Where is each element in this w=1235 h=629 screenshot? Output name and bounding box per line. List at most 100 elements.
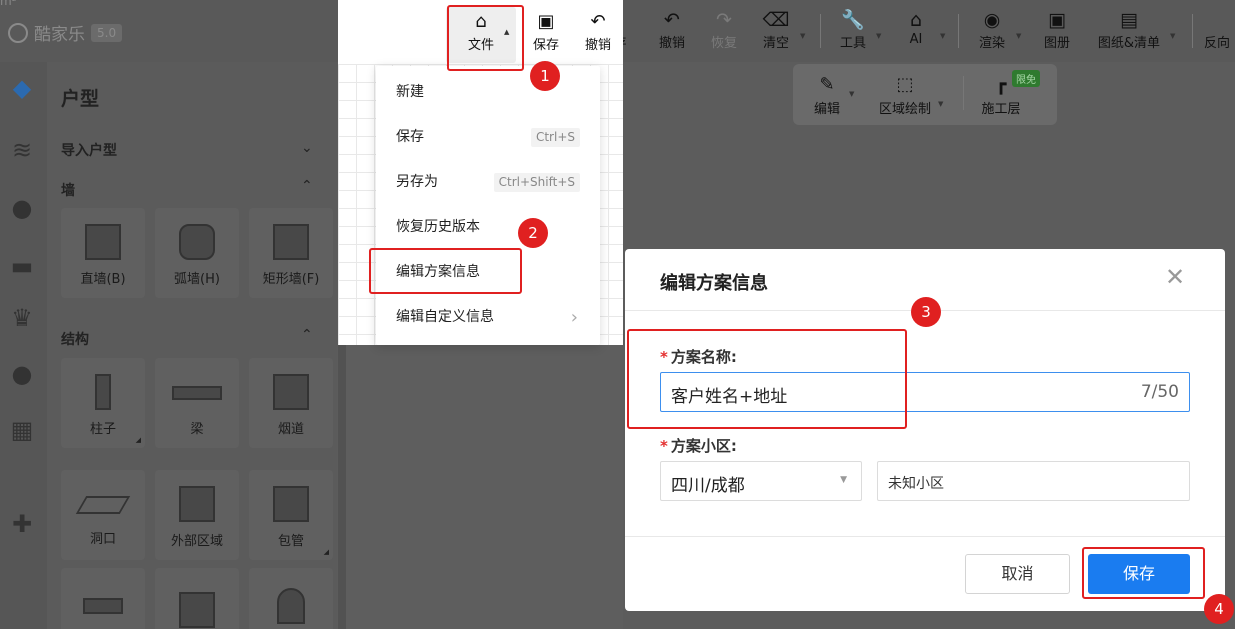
external-area-icon bbox=[179, 486, 215, 522]
app-logo: 酷家乐 5.0 bbox=[8, 20, 123, 45]
section-wall[interactable]: 墙 bbox=[61, 180, 75, 200]
section-structure[interactable]: 结构 bbox=[61, 329, 89, 349]
toolbar-drawings[interactable]: ▤ 图纸&清单 bbox=[1090, 8, 1168, 51]
char-counter: 7/50 bbox=[1140, 382, 1179, 402]
tile-pipe-box[interactable]: 包管 ◢ bbox=[249, 470, 333, 560]
tile-external-area[interactable]: 外部区域 bbox=[155, 470, 239, 560]
unit-hint: m² bbox=[0, 0, 17, 8]
required-asterisk: * bbox=[660, 437, 668, 455]
cabinet-nav-icon[interactable]: ▦ bbox=[6, 414, 38, 446]
panel-title: 户型 bbox=[61, 88, 100, 110]
tile-more-3[interactable] bbox=[249, 568, 333, 629]
chevron-down-icon: ▼ bbox=[938, 100, 944, 108]
file-dropdown-menu: 新建 保存 Ctrl+S 另存为 Ctrl+Shift+S 恢复历史版本 编辑方… bbox=[376, 66, 600, 345]
menu-item-save-as[interactable]: 另存为 Ctrl+Shift+S bbox=[376, 160, 600, 205]
area-draw-icon: ⬚ bbox=[896, 74, 914, 95]
close-icon[interactable]: ✕ bbox=[1165, 263, 1185, 291]
section-import[interactable]: 导入户型 bbox=[61, 140, 117, 160]
sub-edit-button[interactable]: ✎ 编辑 bbox=[807, 72, 847, 117]
menu-item-edit-custom-info[interactable]: 编辑自定义信息 › bbox=[376, 295, 600, 340]
annotation-box-2 bbox=[369, 248, 522, 294]
shortcut-badge: Ctrl+Shift+S bbox=[493, 173, 580, 192]
toolbar-reverse[interactable]: 反向 bbox=[1204, 8, 1235, 51]
sofa-nav-icon[interactable]: ▬ bbox=[6, 250, 38, 282]
toolbar-render[interactable]: ◉ 渲染 bbox=[966, 8, 1018, 51]
tile-rect-wall[interactable]: 矩形墙(F) bbox=[249, 208, 333, 298]
tile-more-2[interactable] bbox=[155, 568, 239, 629]
logo-icon bbox=[8, 22, 28, 43]
user-nav-icon[interactable]: ● bbox=[6, 358, 38, 390]
app-name: 酷家乐 bbox=[34, 25, 85, 45]
plan-community-label: * 方案小区: bbox=[660, 437, 737, 455]
shortcut-badge: Ctrl+S bbox=[530, 128, 580, 147]
crown-nav-icon[interactable]: ♛ bbox=[6, 302, 38, 334]
menu-item-save[interactable]: 保存 Ctrl+S bbox=[376, 115, 600, 160]
toolbar-divider bbox=[820, 14, 821, 48]
sub-toolbar: ✎ 编辑 ▼ ⬚ 区域绘制 ▼ ┏ 施工层 限免 bbox=[793, 64, 1057, 125]
chevron-down-icon: ▼ bbox=[876, 32, 882, 40]
flue-icon bbox=[273, 374, 309, 410]
undo-icon: ↶ bbox=[664, 9, 680, 31]
beam-icon bbox=[172, 386, 222, 400]
annotation-badge-1: 1 bbox=[530, 61, 560, 91]
divider bbox=[625, 536, 1225, 537]
toolbar-undo[interactable]: ↶ 撤销 bbox=[646, 8, 698, 51]
toolbar-divider bbox=[958, 14, 959, 48]
sub-divider bbox=[963, 76, 964, 110]
chevron-down-icon: ▼ bbox=[800, 32, 806, 40]
tile-straight-wall[interactable]: 直墙(B) bbox=[61, 208, 145, 298]
rect-wall-icon bbox=[273, 224, 309, 260]
toolbar-ai[interactable]: ⌂ AI bbox=[890, 8, 942, 47]
free-badge: 限免 bbox=[1012, 70, 1040, 87]
floorplan-nav-icon[interactable]: ◆ bbox=[6, 72, 38, 104]
layers-nav-icon[interactable]: ≋ bbox=[6, 134, 38, 166]
dialog-title: 编辑方案信息 bbox=[660, 273, 768, 294]
tile-arc-wall[interactable]: 弧墙(H) bbox=[155, 208, 239, 298]
chevron-up-icon[interactable]: ⌃ bbox=[301, 178, 313, 194]
undo-button[interactable]: ↶ 撤销 bbox=[576, 10, 620, 53]
plugin-nav-icon[interactable]: ✚ bbox=[6, 508, 38, 540]
tile-column[interactable]: 柱子 ◢ bbox=[61, 358, 145, 448]
cancel-button[interactable]: 取消 bbox=[965, 554, 1070, 594]
redo-icon: ↷ bbox=[716, 9, 732, 31]
left-nav: ◆ ≋ ● ▬ ♛ ● ▦ ✚ bbox=[0, 62, 47, 629]
wrench-icon: 🔧 bbox=[841, 9, 865, 31]
chevron-down-icon: ▼ bbox=[1170, 32, 1176, 40]
picture-icon: ▣ bbox=[1048, 9, 1066, 31]
ai-house-icon: ⌂ bbox=[909, 9, 923, 31]
tile-opening[interactable]: 洞口 bbox=[61, 470, 145, 560]
toolbar-tools[interactable]: 🔧 工具 bbox=[827, 8, 879, 51]
save-button[interactable]: ▣ 保存 bbox=[524, 10, 568, 53]
chevron-down-icon: ▼ bbox=[849, 90, 855, 98]
slab-icon bbox=[83, 598, 123, 614]
edit-icon: ✎ bbox=[819, 74, 835, 95]
app-version: 5.0 bbox=[91, 23, 123, 42]
annotation-badge-4: 4 bbox=[1204, 594, 1234, 624]
sub-area-draw-button[interactable]: ⬚ 区域绘制 bbox=[875, 72, 935, 117]
toolbar-redo[interactable]: ↷ 恢复 bbox=[698, 8, 750, 51]
menu-item-new[interactable]: 新建 bbox=[376, 70, 600, 115]
corner-indicator-icon: ◢ bbox=[323, 548, 329, 556]
annotation-box-1 bbox=[447, 5, 524, 71]
chevron-down-icon: ▼ bbox=[1016, 32, 1022, 40]
chevron-up-icon[interactable]: ⌃ bbox=[301, 327, 313, 343]
camera-icon: ◉ bbox=[983, 9, 1001, 31]
chevron-down-icon: ▼ bbox=[940, 32, 946, 40]
reverse-icon bbox=[1204, 8, 1235, 32]
tile-flue[interactable]: 烟道 bbox=[249, 358, 333, 448]
column-icon bbox=[95, 374, 111, 410]
toolbar-clear[interactable]: ⌫ 清空 bbox=[750, 8, 802, 51]
document-icon: ▤ bbox=[1120, 9, 1138, 31]
toolbar-album[interactable]: ▣ 图册 bbox=[1031, 8, 1083, 51]
tile-more-1[interactable] bbox=[61, 568, 145, 629]
save-icon: ▣ bbox=[537, 11, 555, 32]
chevron-down-icon[interactable]: ⌄ bbox=[301, 140, 313, 156]
eraser-icon: ⌫ bbox=[762, 9, 790, 31]
tile-beam[interactable]: 梁 bbox=[155, 358, 239, 448]
opening-icon bbox=[75, 496, 131, 514]
bulb-nav-icon[interactable]: ● bbox=[6, 192, 38, 224]
menu-item-restore-history[interactable]: 恢复历史版本 bbox=[376, 205, 600, 250]
region-select[interactable]: 四川/成都 ▼ bbox=[660, 461, 862, 501]
community-input[interactable]: 未知小区 bbox=[877, 461, 1190, 501]
chevron-right-icon: › bbox=[570, 307, 578, 328]
